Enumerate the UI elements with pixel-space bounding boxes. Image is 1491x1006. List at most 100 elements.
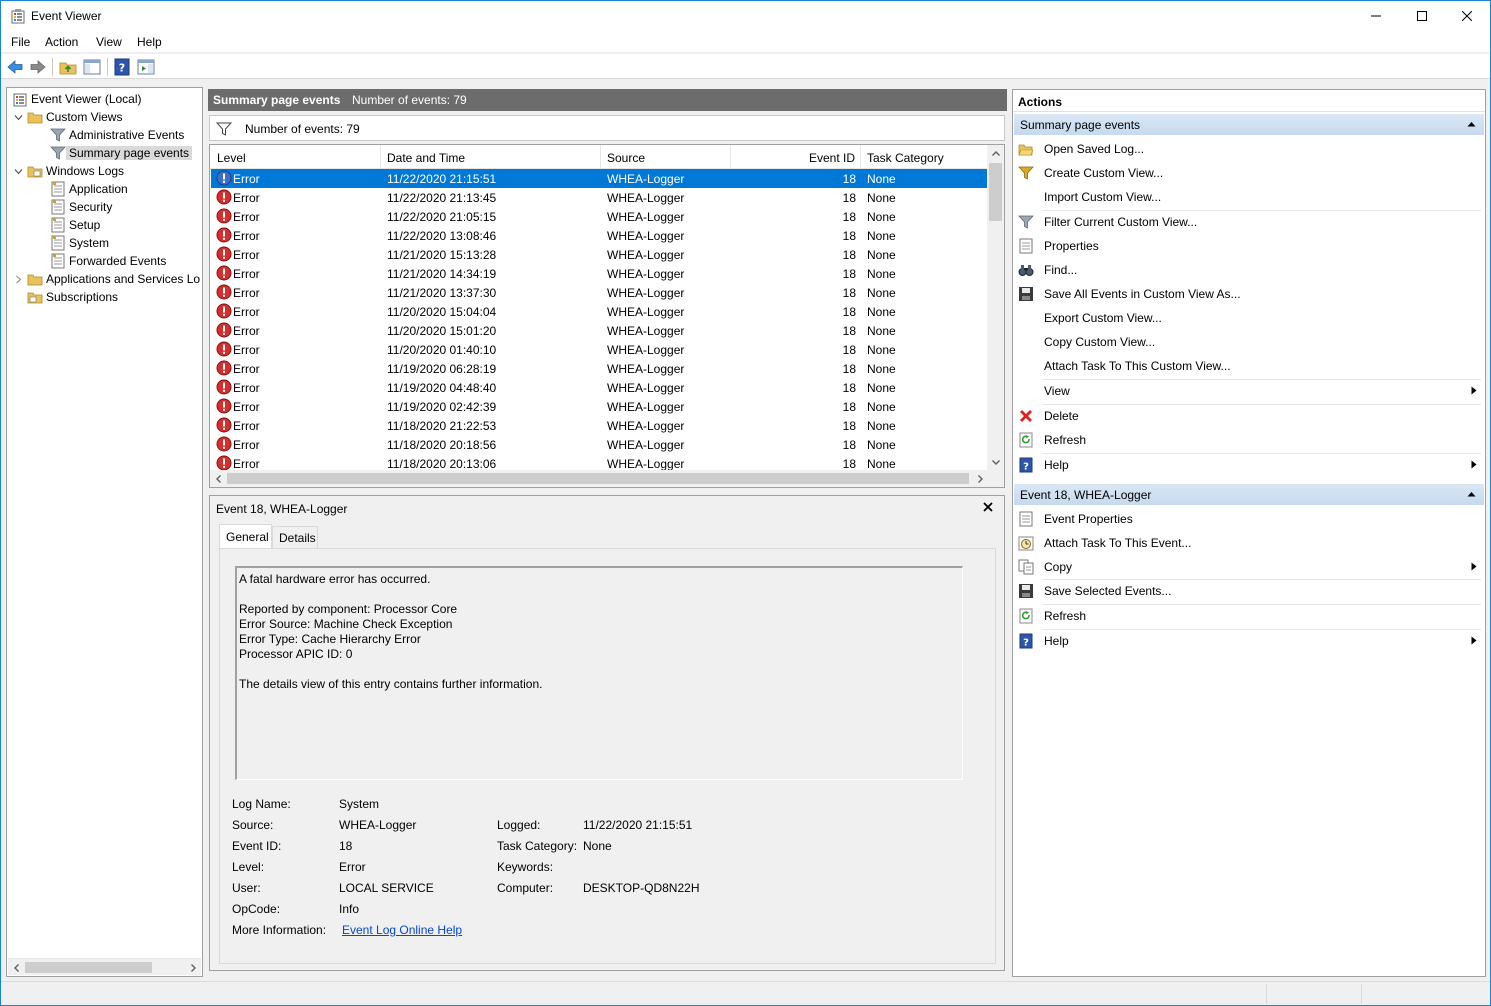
table-row[interactable]: Error 11/20/2020 01:40:10 WHEA-Logger 18 Non… bbox=[211, 340, 987, 359]
tree-node-forwarded-events[interactable]: Forwarded Events bbox=[50, 252, 166, 270]
action-copy-custom-view[interactable]: Copy Custom View... bbox=[1017, 330, 1481, 353]
scroll-thumb[interactable] bbox=[25, 962, 152, 973]
maximize-button[interactable] bbox=[1399, 1, 1445, 31]
menu-view[interactable]: View bbox=[96, 35, 122, 49]
menu-help[interactable]: Help bbox=[137, 35, 162, 49]
menu-file[interactable]: File bbox=[11, 35, 30, 49]
table-row[interactable]: Error 11/22/2020 13:08:46 WHEA-Logger 18 Non… bbox=[211, 226, 987, 245]
collapse-caret-icon[interactable] bbox=[1467, 491, 1476, 497]
tree-node-system[interactable]: System bbox=[50, 234, 109, 252]
table-row[interactable]: Error 11/19/2020 06:28:19 WHEA-Logger 18 Non… bbox=[211, 359, 987, 378]
tree-node-event-viewer-local[interactable]: Event Viewer (Local) bbox=[12, 90, 142, 108]
table-row[interactable]: Error 11/21/2020 14:34:19 WHEA-Logger 18 Non… bbox=[211, 264, 987, 283]
forward-arrow-icon[interactable] bbox=[29, 58, 47, 76]
scroll-left-icon[interactable] bbox=[210, 470, 227, 487]
logged-value: 11/22/2020 21:15:51 bbox=[583, 818, 693, 832]
help-book-icon[interactable]: ? bbox=[113, 58, 131, 76]
show-action-pane-icon[interactable] bbox=[137, 58, 155, 76]
action-save-all-events[interactable]: Save All Events in Custom View As... bbox=[1017, 282, 1481, 305]
tree-label: Event Viewer (Local) bbox=[31, 92, 142, 106]
scroll-right-icon[interactable] bbox=[184, 959, 201, 976]
action-delete[interactable]: Delete bbox=[1017, 404, 1481, 427]
scroll-right-icon[interactable] bbox=[971, 470, 988, 487]
logged-label: Logged: bbox=[497, 818, 541, 832]
collapse-caret-icon[interactable] bbox=[1467, 121, 1476, 127]
properties-icon bbox=[1019, 511, 1033, 526]
action-view[interactable]: View bbox=[1017, 379, 1481, 402]
tree-node-summary-page-events[interactable]: Summary page events bbox=[50, 144, 193, 162]
action-import-custom-view[interactable]: Import Custom View... bbox=[1017, 185, 1481, 208]
scroll-left-icon[interactable] bbox=[8, 959, 25, 976]
expand-chevron-icon[interactable] bbox=[13, 274, 23, 284]
tab-general[interactable]: General bbox=[219, 524, 272, 548]
collapse-chevron-icon[interactable] bbox=[13, 166, 23, 176]
action-create-custom-view[interactable]: Create Custom View... bbox=[1017, 161, 1481, 184]
action-filter-current-custom-view[interactable]: Filter Current Custom View... bbox=[1017, 210, 1481, 233]
action-find[interactable]: Find... bbox=[1017, 258, 1481, 281]
action-label: Delete bbox=[1044, 408, 1079, 423]
actions-section-event-18[interactable]: Event 18, WHEA-Logger bbox=[1014, 484, 1484, 505]
actions-section-summary-page-events[interactable]: Summary page events bbox=[1014, 114, 1484, 135]
table-row[interactable]: Error 11/18/2020 20:18:56 WHEA-Logger 18 Non… bbox=[211, 435, 987, 454]
column-header-event-id[interactable]: Event ID bbox=[731, 145, 861, 169]
table-row[interactable]: Error 11/21/2020 15:13:28 WHEA-Logger 18 Non… bbox=[211, 245, 987, 264]
table-row[interactable]: Error 11/21/2020 13:37:30 WHEA-Logger 18 Non… bbox=[211, 283, 987, 302]
action-event-properties[interactable]: Event Properties bbox=[1017, 507, 1481, 530]
back-arrow-icon[interactable] bbox=[6, 58, 24, 76]
scroll-up-icon[interactable] bbox=[987, 145, 1004, 162]
table-row[interactable]: Error 11/22/2020 21:13:45 WHEA-Logger 18 Non… bbox=[211, 188, 987, 207]
action-copy[interactable]: Copy bbox=[1017, 555, 1481, 578]
event-message-box[interactable]: A fatal hardware error has occurred. Rep… bbox=[235, 566, 963, 780]
tree-node-setup[interactable]: Setup bbox=[50, 216, 100, 234]
tree-node-subscriptions[interactable]: Subscriptions bbox=[27, 288, 118, 306]
column-header-task-category[interactable]: Task Category bbox=[861, 145, 988, 169]
show-hide-tree-icon[interactable] bbox=[83, 58, 101, 76]
menu-action[interactable]: Action bbox=[45, 35, 78, 49]
column-header-date-time[interactable]: Date and Time bbox=[381, 145, 601, 169]
table-row[interactable]: Error 11/20/2020 15:01:20 WHEA-Logger 18 Non… bbox=[211, 321, 987, 340]
event-list-horizontal-scrollbar[interactable] bbox=[210, 470, 988, 487]
event-log-online-help-link[interactable]: Event Log Online Help bbox=[342, 923, 462, 937]
tab-details[interactable]: Details bbox=[272, 526, 318, 548]
action-properties[interactable]: Properties bbox=[1017, 234, 1481, 257]
collapse-chevron-icon[interactable] bbox=[13, 112, 23, 122]
close-icon[interactable] bbox=[982, 501, 994, 513]
action-refresh-event[interactable]: Refresh bbox=[1017, 604, 1481, 627]
close-button[interactable] bbox=[1444, 1, 1490, 31]
cell-source: WHEA-Logger bbox=[607, 362, 685, 376]
table-row[interactable]: Error 11/18/2020 21:22:53 WHEA-Logger 18 Non… bbox=[211, 416, 987, 435]
action-open-saved-log[interactable]: Open Saved Log... bbox=[1017, 137, 1481, 160]
action-attach-task-to-custom-view[interactable]: Attach Task To This Custom View... bbox=[1017, 354, 1481, 377]
action-export-custom-view[interactable]: Export Custom View... bbox=[1017, 306, 1481, 329]
event-list-vertical-scrollbar[interactable] bbox=[987, 145, 1004, 470]
tree-node-administrative-events[interactable]: Administrative Events bbox=[50, 126, 184, 144]
source-value: WHEA-Logger bbox=[339, 818, 417, 832]
table-row[interactable]: Error 11/19/2020 04:48:40 WHEA-Logger 18 Non… bbox=[211, 378, 987, 397]
action-help-event[interactable]: ? Help bbox=[1017, 629, 1481, 652]
table-row[interactable]: Error 11/22/2020 21:05:15 WHEA-Logger 18 Non… bbox=[211, 207, 987, 226]
tree-node-windows-logs[interactable]: Windows Logs bbox=[13, 162, 124, 180]
column-header-level[interactable]: Level bbox=[210, 145, 381, 169]
tree-node-application[interactable]: Application bbox=[50, 180, 128, 198]
action-attach-task-to-event[interactable]: Attach Task To This Event... bbox=[1017, 531, 1481, 554]
column-header-source[interactable]: Source bbox=[601, 145, 731, 169]
scroll-down-icon[interactable] bbox=[987, 453, 1004, 470]
scroll-thumb[interactable] bbox=[227, 473, 969, 484]
up-folder-icon[interactable] bbox=[59, 58, 77, 76]
minimize-button[interactable] bbox=[1353, 1, 1399, 31]
table-row[interactable]: Error 11/20/2020 15:04:04 WHEA-Logger 18 Non… bbox=[211, 302, 987, 321]
log-folder-icon bbox=[27, 166, 43, 178]
table-row[interactable]: Error 11/22/2020 21:15:51 WHEA-Logger 18 Non… bbox=[211, 169, 987, 188]
tree-node-applications-and-services[interactable]: Applications and Services Lo bbox=[13, 270, 200, 288]
table-row[interactable]: Error 11/19/2020 02:42:39 WHEA-Logger 18 Non… bbox=[211, 397, 987, 416]
cell-level: Error bbox=[233, 362, 260, 376]
tree-horizontal-scrollbar[interactable] bbox=[8, 958, 201, 975]
scroll-thumb[interactable] bbox=[989, 163, 1002, 221]
tree-node-security[interactable]: Security bbox=[50, 198, 112, 216]
tree-node-custom-views[interactable]: Custom Views bbox=[13, 108, 122, 126]
cell-level: Error bbox=[233, 400, 260, 414]
action-save-selected-events[interactable]: Save Selected Events... bbox=[1017, 579, 1481, 602]
action-help[interactable]: ? Help bbox=[1017, 453, 1481, 476]
action-label: Copy bbox=[1044, 559, 1073, 574]
action-refresh[interactable]: Refresh bbox=[1017, 428, 1481, 451]
